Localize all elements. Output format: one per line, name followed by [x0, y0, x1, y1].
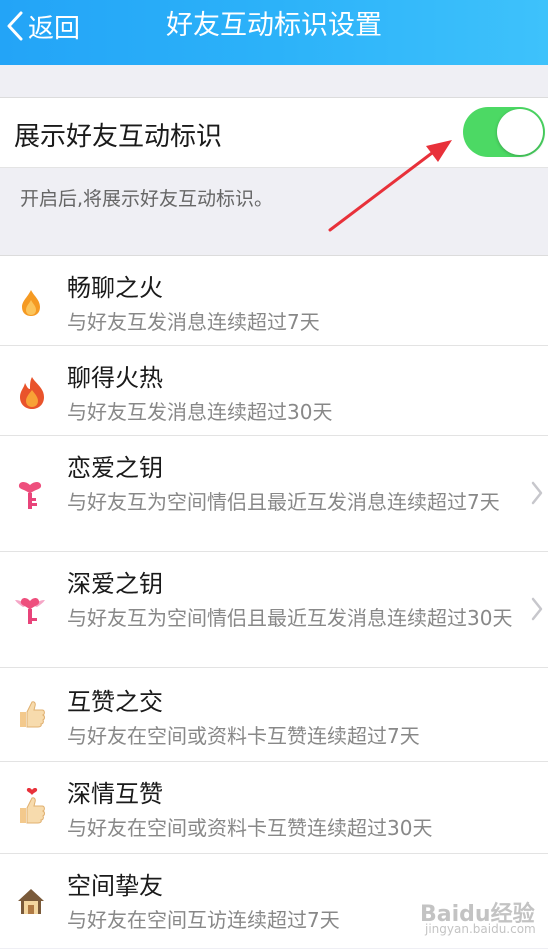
item-name: 深爱之钥 — [67, 570, 163, 598]
badge-list: 畅聊之火 与好友互发消息连续超过7天 聊得火热 与好友互发消息连续超过30天 恋… — [0, 255, 548, 948]
item-desc: 与好友在空间或资料卡互赞连续超过7天 — [67, 724, 420, 748]
item-name: 畅聊之火 — [67, 274, 163, 302]
small-flame-icon — [22, 290, 40, 316]
list-item: 畅聊之火 与好友互发消息连续超过7天 — [0, 256, 548, 346]
item-name: 深情互赞 — [67, 780, 163, 808]
watermark-url: jingyan.baidu.com — [425, 922, 536, 936]
item-name: 空间挚友 — [67, 872, 163, 900]
item-desc: 与好友互为空间情侣且最近互发消息连续超过7天 — [67, 490, 500, 514]
show-badges-toggle[interactable] — [463, 107, 545, 157]
toggle-knob — [497, 109, 543, 155]
list-item[interactable]: 恋爱之钥 与好友互为空间情侣且最近互发消息连续超过7天 — [0, 436, 548, 552]
item-name: 聊得火热 — [67, 364, 163, 392]
item-name: 互赞之交 — [67, 688, 163, 716]
chevron-right-icon — [531, 481, 543, 505]
page-title: 好友互动标识设置 — [166, 10, 382, 41]
big-flame-icon — [20, 377, 44, 409]
list-item[interactable]: 深爱之钥 与好友互为空间情侣且最近互发消息连续超过30天 — [0, 552, 548, 668]
show-badges-label: 展示好友互动标识 — [14, 122, 223, 152]
item-desc: 与好友互为空间情侣且最近互发消息连续超过30天 — [67, 606, 513, 630]
chevron-right-icon — [531, 597, 543, 621]
house-icon — [18, 889, 44, 914]
nav-bar: 返回 好友互动标识设置 — [0, 0, 548, 65]
heart-key-icon — [18, 482, 42, 509]
list-item: 深情互赞 与好友在空间或资料卡互赞连续超过30天 — [0, 762, 548, 854]
toggle-hint: 开启后,将展示好友互动标识。 — [20, 188, 274, 210]
item-desc: 与好友互发消息连续超过30天 — [67, 400, 333, 424]
thumbs-up-heart-icon — [20, 788, 45, 824]
winged-heart-key-icon — [15, 598, 45, 624]
thumbs-up-icon — [20, 701, 45, 728]
list-item: 聊得火热 与好友互发消息连续超过30天 — [0, 346, 548, 436]
item-name: 恋爱之钥 — [67, 454, 163, 482]
item-desc: 与好友在空间或资料卡互赞连续超过30天 — [67, 816, 433, 840]
item-desc: 与好友互发消息连续超过7天 — [67, 310, 320, 334]
list-item: 互赞之交 与好友在空间或资料卡互赞连续超过7天 — [0, 668, 548, 762]
